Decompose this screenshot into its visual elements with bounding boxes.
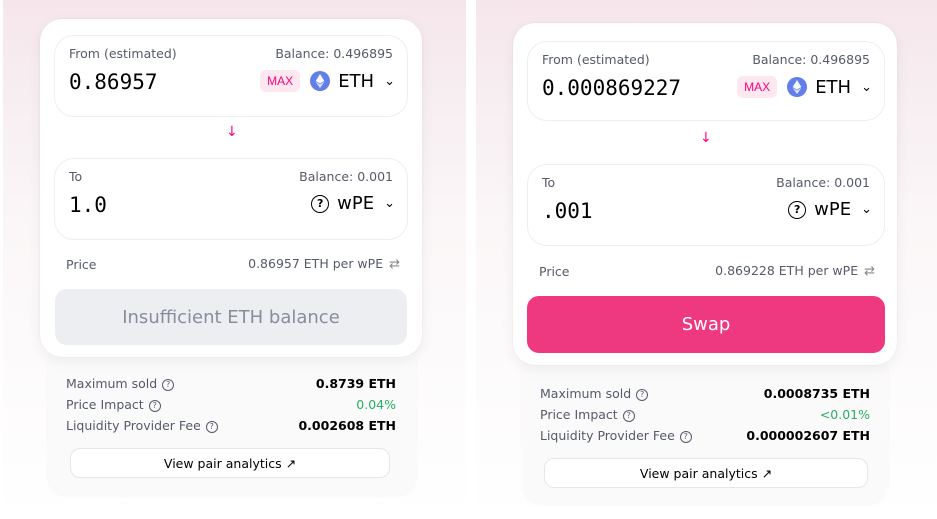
lp-fee-label: Liquidity Provider Fee [66, 418, 201, 433]
to-token-symbol: wPE [337, 193, 375, 214]
maximum-sold-label: Maximum sold [540, 386, 632, 401]
to-token-select[interactable]: ? wPE ⌄ [311, 193, 395, 214]
help-icon[interactable]: ? [205, 420, 218, 433]
lp-fee-row: Liquidity Provider Fee? 0.002608 ETH [66, 418, 396, 433]
invert-price-icon[interactable]: ⇄ [864, 264, 875, 279]
from-token-symbol: ETH [815, 76, 852, 98]
lp-fee-row: Liquidity Provider Fee? 0.000002607 ETH [540, 428, 870, 443]
price-impact-value: <0.01% [819, 407, 870, 422]
maximum-sold-value: 0.0008735 ETH [763, 386, 870, 401]
maximum-sold-value: 0.8739 ETH [315, 376, 396, 391]
chevron-down-icon: ⌄ [384, 196, 395, 211]
maximum-sold-label: Maximum sold [66, 376, 158, 391]
chevron-down-icon: ⌄ [861, 79, 872, 95]
lp-fee-value: 0.000002607 ETH [746, 428, 870, 443]
price-label: Price [539, 263, 570, 279]
maximum-sold-row: Maximum sold? 0.8739 ETH [66, 376, 396, 391]
unknown-token-icon: ? [788, 200, 807, 219]
to-balance: Balance: 0.001 [299, 169, 393, 184]
to-input-panel: To Balance: 0.001 .001 ? wPE ⌄ [527, 164, 885, 246]
from-amount-input[interactable]: 0.000869227 [542, 76, 681, 100]
swap-card: From (estimated) Balance: 0.496895 0.869… [40, 19, 422, 357]
help-icon[interactable]: ? [622, 409, 635, 422]
view-pair-analytics-button[interactable]: View pair analytics ↗ [544, 458, 868, 488]
to-amount-input[interactable]: 1.0 [69, 193, 107, 217]
chevron-down-icon: ⌄ [861, 202, 872, 217]
from-input-panel: From (estimated) Balance: 0.496895 0.000… [527, 41, 885, 121]
from-token-symbol: ETH [338, 70, 375, 92]
max-button[interactable]: MAX [737, 76, 778, 98]
to-label: To [542, 175, 556, 190]
from-amount-input[interactable]: 0.86957 [69, 70, 158, 94]
trade-details-panel: Maximum sold? 0.0008735 ETH Price Impact… [522, 355, 888, 503]
price-value: 0.869228 ETH per wPE [715, 263, 859, 278]
price-label: Price [66, 256, 97, 272]
help-icon[interactable]: ? [636, 388, 649, 401]
from-token-select[interactable]: ETH ⌄ [310, 71, 395, 92]
unknown-token-icon: ? [311, 194, 330, 213]
divider [466, 0, 476, 519]
to-amount-input[interactable]: .001 [542, 199, 593, 223]
to-input-panel: To Balance: 0.001 1.0 ? wPE ⌄ [54, 158, 408, 240]
to-token-symbol: wPE [814, 199, 852, 220]
max-button[interactable]: MAX [260, 70, 301, 92]
to-token-select[interactable]: ? wPE ⌄ [788, 199, 872, 220]
from-label: From (estimated) [69, 46, 177, 61]
swap-card: From (estimated) Balance: 0.496895 0.000… [513, 23, 897, 365]
price-impact-row: Price Impact? <0.01% [540, 407, 870, 422]
view-pair-analytics-button[interactable]: View pair analytics ↗ [70, 448, 390, 478]
from-input-panel: From (estimated) Balance: 0.496895 0.869… [54, 35, 408, 117]
chevron-down-icon: ⌄ [384, 73, 395, 89]
to-label: To [69, 169, 83, 184]
help-icon[interactable]: ? [679, 430, 692, 443]
swap-button[interactable]: Swap [527, 296, 885, 353]
price-impact-label: Price Impact [540, 407, 618, 422]
ethereum-icon [787, 77, 808, 97]
lp-fee-value: 0.002608 ETH [298, 418, 396, 433]
price-value: 0.86957 ETH per wPE [248, 256, 384, 271]
swap-pane-right: Maximum sold? 0.0008735 ETH Price Impact… [476, 0, 937, 519]
from-balance: Balance: 0.496895 [275, 46, 393, 61]
arrow-down-icon[interactable]: ↓ [226, 124, 238, 140]
price-row: Price 0.869228 ETH per wPE ⇄ [539, 263, 875, 279]
trade-details-panel: Maximum sold? 0.8739 ETH Price Impact? 0… [48, 345, 416, 495]
price-row: Price 0.86957 ETH per wPE ⇄ [66, 256, 400, 272]
maximum-sold-row: Maximum sold? 0.0008735 ETH [540, 386, 870, 401]
price-impact-label: Price Impact [66, 397, 144, 412]
help-icon[interactable]: ? [162, 378, 175, 391]
from-label: From (estimated) [542, 52, 650, 67]
swap-pane-left: Maximum sold? 0.8739 ETH Price Impact? 0… [3, 0, 466, 519]
to-balance: Balance: 0.001 [776, 175, 870, 190]
insufficient-balance-button[interactable]: Insufficient ETH balance [55, 289, 407, 345]
price-impact-row: Price Impact? 0.04% [66, 397, 396, 412]
price-impact-value: 0.04% [356, 397, 396, 412]
invert-price-icon[interactable]: ⇄ [389, 257, 400, 272]
ethereum-icon [310, 71, 331, 91]
from-token-select[interactable]: ETH ⌄ [787, 77, 872, 98]
from-balance: Balance: 0.496895 [752, 52, 870, 67]
arrow-down-icon[interactable]: ↓ [700, 130, 712, 146]
lp-fee-label: Liquidity Provider Fee [540, 428, 675, 443]
help-icon[interactable]: ? [148, 399, 161, 412]
